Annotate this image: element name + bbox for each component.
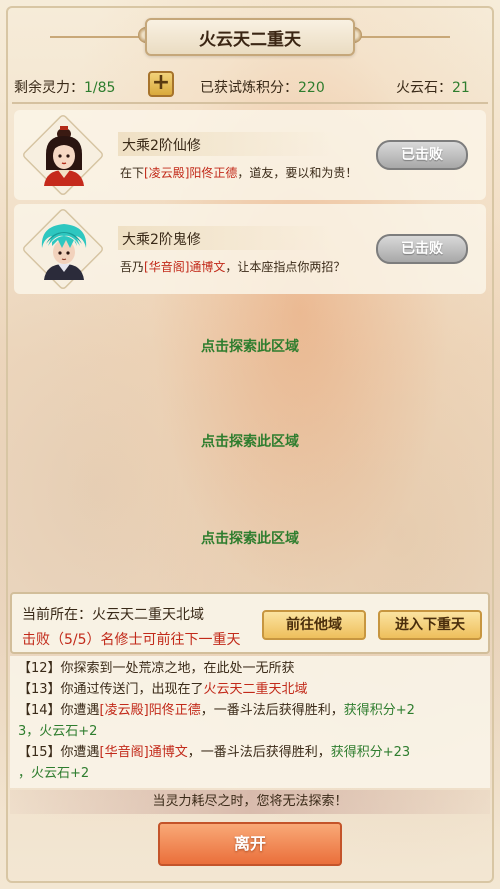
explore-area-2[interactable]: 点击探索此区域 [0,431,500,451]
opponent-card: 大乘2阶鬼修 吾乃[华音阁]通博文，让本座指点你两招？ 已击败 [14,204,486,294]
opponent-sect: [华音阁] [144,260,190,274]
log-line: 【15】你遭遇[华音阁]通博文，一番斗法后获得胜利，获得积分+23 [18,742,482,763]
log-reward: 获得积分+23 [330,745,411,760]
spirit-stat: 剩余灵力：1/85 [14,77,115,97]
explore-area-1[interactable]: 点击探索此区域 [0,336,500,356]
log-reward: ，火云石+2 [18,766,90,781]
enter-next-layer-button[interactable]: 进入下重天 [378,610,482,640]
log-opponent: [凌云殿]阳佟正德 [99,703,201,718]
female-cultivator-portrait-icon [44,126,84,186]
log-text: 【13】你通过传送门，出现在了 [18,682,204,697]
opponent-name: 大乘2阶鬼修 [118,226,333,250]
log-line: 【12】你探索到一处荒凉之地，在此处一无所获 [18,658,482,679]
explore-area-3[interactable]: 点击探索此区域 [0,528,500,548]
stone-stat: 火云石：21 [396,77,470,97]
go-other-region-button[interactable]: 前往他域 [262,610,366,640]
log-reward: 3，火云石+2 [18,724,98,739]
log-text: 【12】你探索到一处荒凉之地，在此处一无所获 [18,661,295,676]
log-text: ，一番斗法后获得胜利， [200,703,344,718]
stone-label: 火云石： [396,80,452,96]
spirit-value: 1/85 [84,80,116,96]
points-value: 220 [298,80,325,96]
spirit-warning: 当灵力耗尽之时，您将无法探索！ [10,790,490,814]
title-ornament-right [350,36,450,38]
opponent-card: 大乘2阶仙修 在下[凌云殿]阳佟正德，道友，要以和为贵！ 已击败 [14,110,486,200]
opponent-name: 大乘2阶仙修 [118,132,333,156]
leave-button[interactable]: 离开 [158,822,342,866]
points-label: 已获试炼积分： [200,80,298,96]
opponent-greeting: 在下[凌云殿]阳佟正德，道友，要以和为贵！ [120,164,357,181]
progress-text: 击败（5/5）名修士可前往下一重天 [22,632,241,648]
log-location: 火云天二重天北域 [203,682,308,697]
defeated-button[interactable]: 已击败 [376,234,468,264]
opponent-person: 阳佟正德 [189,166,238,180]
greeting-suffix: ，让本座指点你两招？ [225,260,346,274]
page-title: 火云天二重天 [145,18,355,56]
title-bar: 火云天二重天 [0,16,500,56]
title-ornament-left [50,36,150,38]
add-spirit-button[interactable]: + [148,71,174,97]
log-line: ，火云石+2 [18,763,482,784]
opponent-greeting: 吾乃[华音阁]通博文，让本座指点你两招？ [120,258,345,275]
log-text: 【15】你遭遇 [18,745,100,760]
defeated-button[interactable]: 已击败 [376,140,468,170]
location-panel: 当前所在：火云天二重天北域 击败（5/5）名修士可前往下一重天 前往他域 进入下… [10,592,490,654]
greeting-prefix: 吾乃 [120,260,145,274]
battle-log: 【12】你探索到一处荒凉之地，在此处一无所获 【13】你通过传送门，出现在了火云… [10,656,490,788]
stats-divider [12,102,488,104]
log-line: 【13】你通过传送门，出现在了火云天二重天北域 [18,679,482,700]
points-stat: 已获试炼积分：220 [200,77,325,97]
opponent-sect: [凌云殿] [144,166,190,180]
greeting-prefix: 在下 [120,166,145,180]
greeting-suffix: ，道友，要以和为贵！ [237,166,358,180]
current-location: 当前所在：火云天二重天北域 [22,607,204,623]
stats-bar: 剩余灵力：1/85 + 已获试炼积分：220 火云石：21 [0,70,500,102]
log-text: ，一番斗法后获得胜利， [187,745,331,760]
stone-value: 21 [452,80,470,96]
opponent-person: 通博文 [189,260,226,274]
log-line: 3，火云石+2 [18,721,482,742]
log-opponent: [华音阁]通博文 [99,745,188,760]
spirit-label: 剩余灵力： [14,80,84,96]
log-text: 【14】你遭遇 [18,703,100,718]
cyan-haired-cultivator-portrait-icon [41,224,87,280]
log-reward: 获得积分+2 [343,703,415,718]
log-line: 【14】你遭遇[凌云殿]阳佟正德，一番斗法后获得胜利，获得积分+2 [18,700,482,721]
